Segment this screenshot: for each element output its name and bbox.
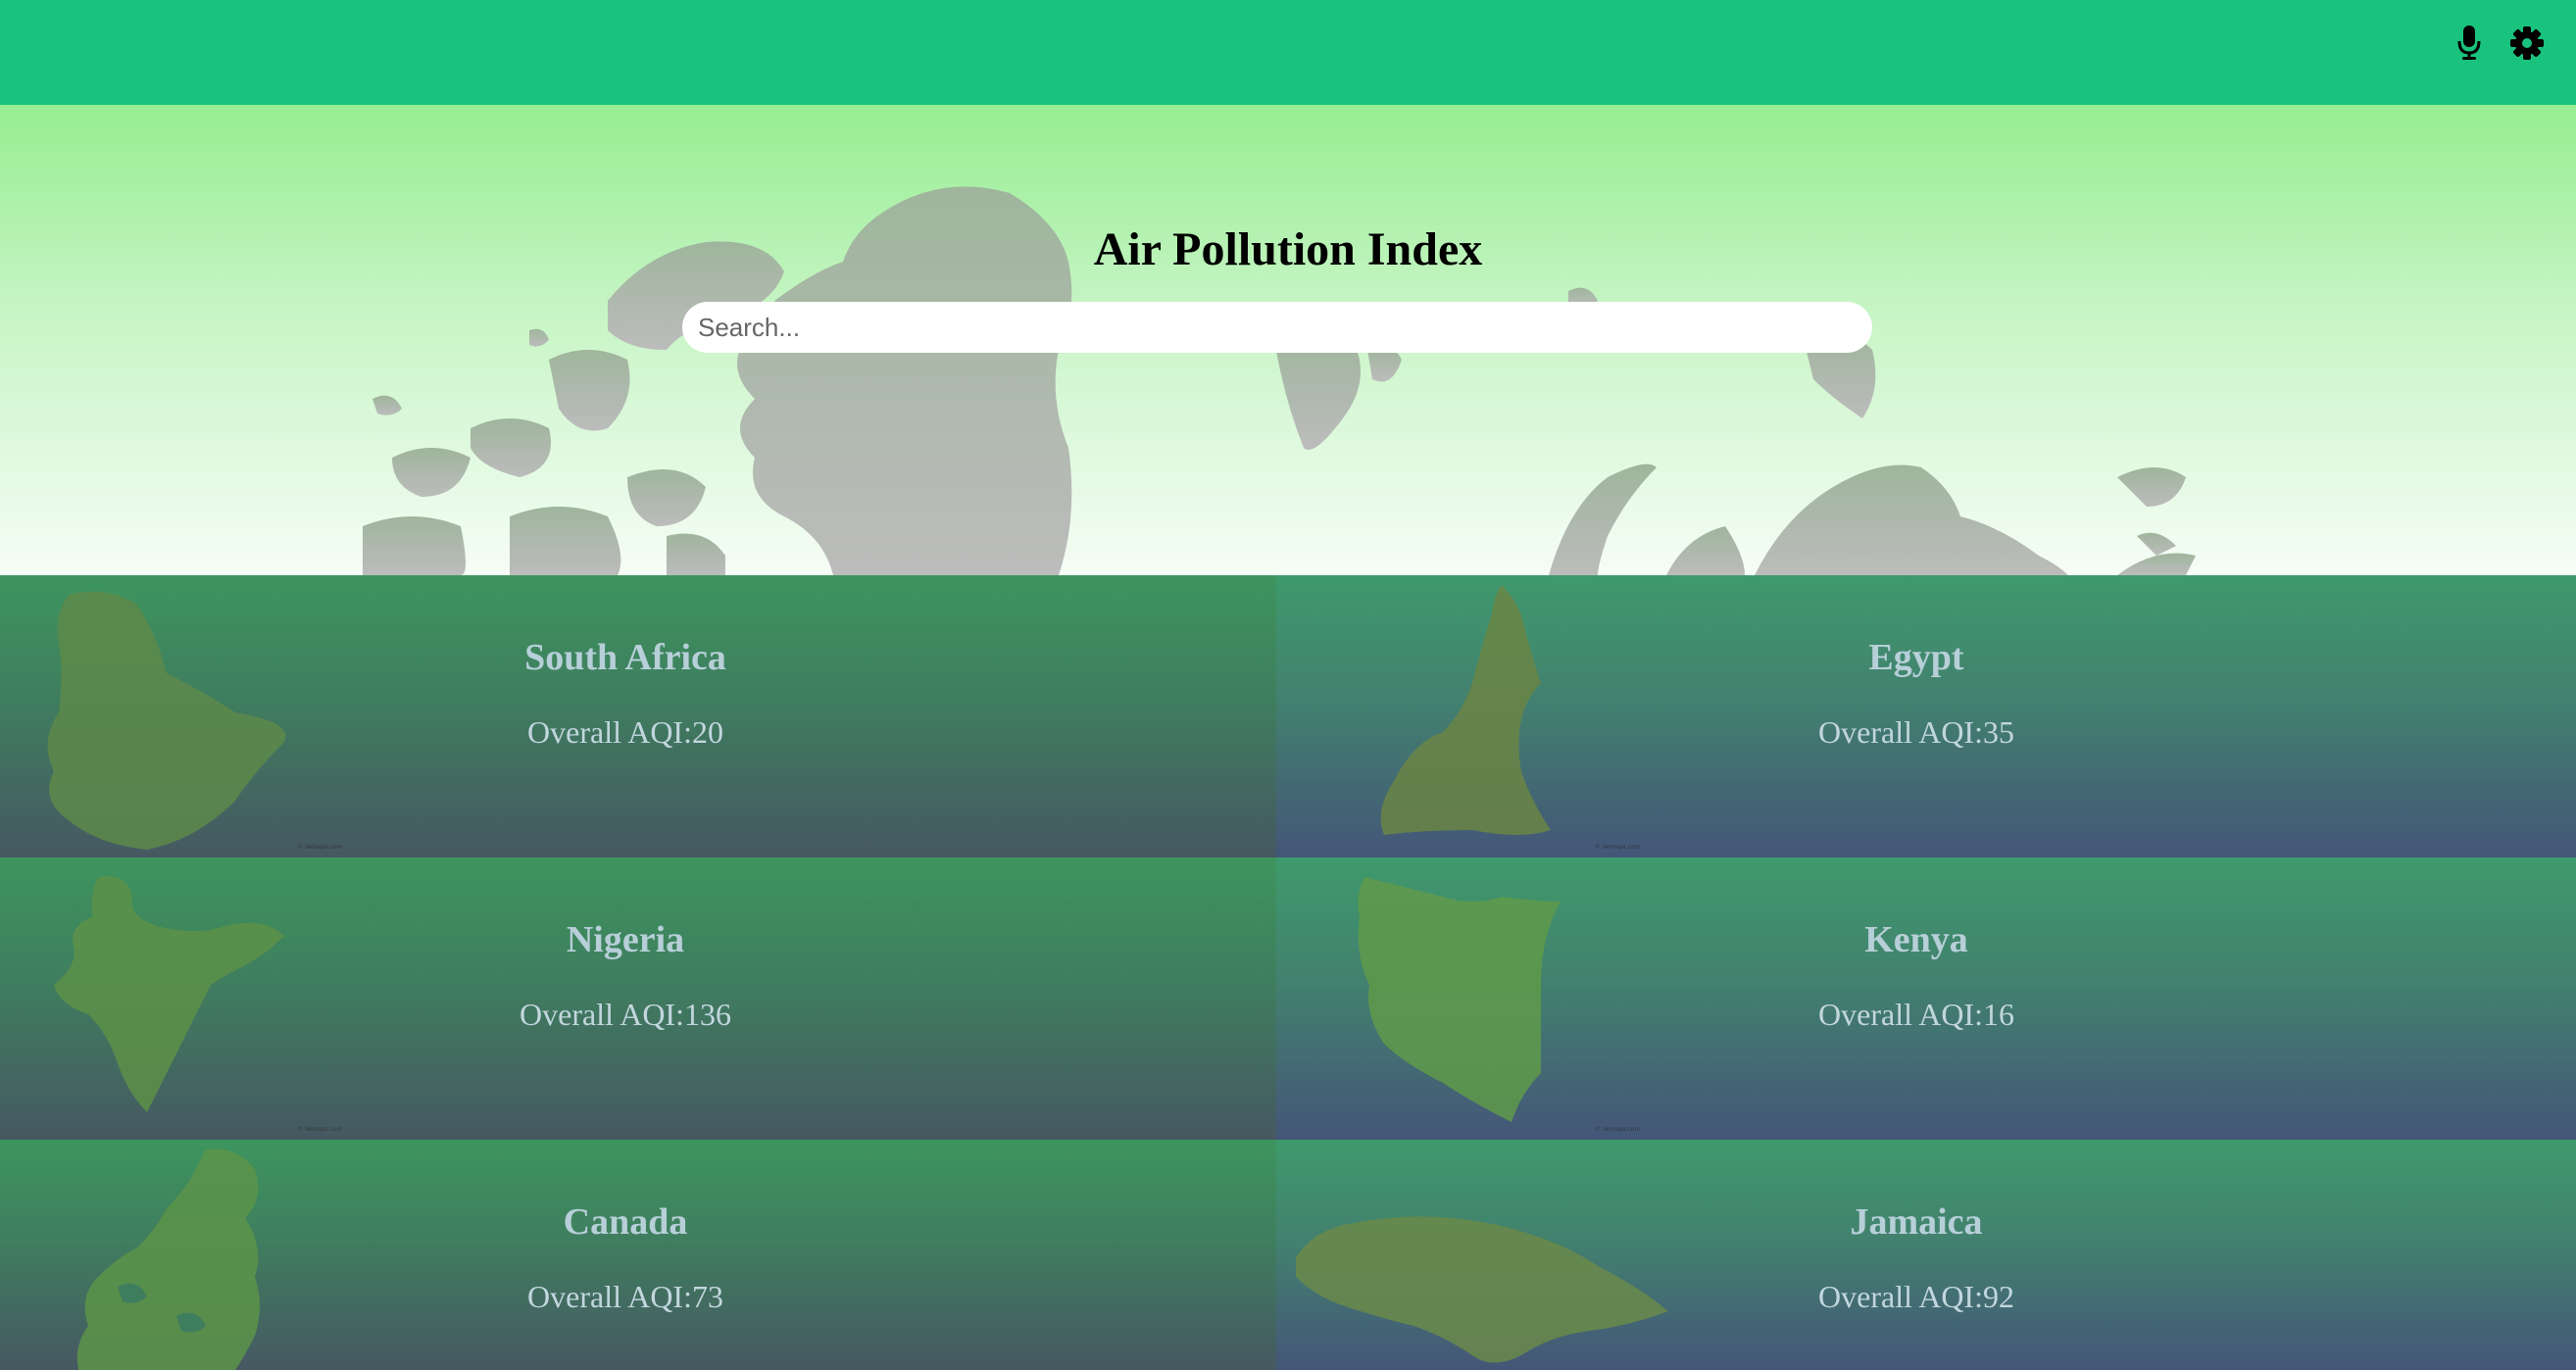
top-app-bar: [0, 0, 2576, 105]
country-card-nigeria[interactable]: © Vemaps.com Nigeria Overall AQI:136: [0, 857, 1276, 1140]
country-card-kenya[interactable]: © Vemaps.com Kenya Overall AQI:16: [1276, 857, 2576, 1140]
aqi-value-text: Overall AQI:136: [520, 997, 731, 1032]
country-shape-icon: [76, 1149, 260, 1370]
country-card-canada[interactable]: Canada Overall AQI:73: [0, 1140, 1276, 1370]
country-card-egypt[interactable]: © Vemaps.com Egypt Overall AQI:35: [1276, 575, 2576, 857]
microphone-icon[interactable]: [2450, 24, 2489, 63]
country-name: Egypt: [1868, 637, 1964, 678]
map-credit: © Vemaps.com: [297, 844, 343, 851]
country-name: Nigeria: [566, 919, 685, 960]
hero-banner: Air Pollution Index: [0, 105, 2576, 575]
search-input[interactable]: [682, 302, 1872, 353]
aqi-value-text: Overall AQI:73: [527, 1279, 723, 1314]
country-name: South Africa: [524, 637, 726, 678]
aqi-value-text: Overall AQI:92: [1818, 1279, 2014, 1314]
country-name: Kenya: [1864, 919, 1968, 960]
page-title: Air Pollution Index: [1093, 223, 1483, 275]
map-credit: © Vemaps.com: [297, 1126, 343, 1133]
map-credit: © Vemaps.com: [1595, 844, 1641, 851]
country-shape-icon: [1296, 1216, 1668, 1363]
country-name: Canada: [563, 1201, 688, 1243]
gear-icon[interactable]: [2507, 24, 2547, 63]
country-card-jamaica[interactable]: Jamaica Overall AQI:92: [1276, 1140, 2576, 1370]
country-card-south-africa[interactable]: © Vemaps.com South Africa Overall AQI:20: [0, 575, 1276, 857]
country-name: Jamaica: [1850, 1201, 1983, 1243]
aqi-value-text: Overall AQI:35: [1818, 714, 2014, 750]
country-card-grid: © Vemaps.com South Africa Overall AQI:20…: [0, 575, 2576, 1370]
map-credit: © Vemaps.com: [1595, 1126, 1641, 1133]
aqi-value-text: Overall AQI:20: [527, 714, 723, 750]
aqi-value-text: Overall AQI:16: [1818, 997, 2014, 1032]
